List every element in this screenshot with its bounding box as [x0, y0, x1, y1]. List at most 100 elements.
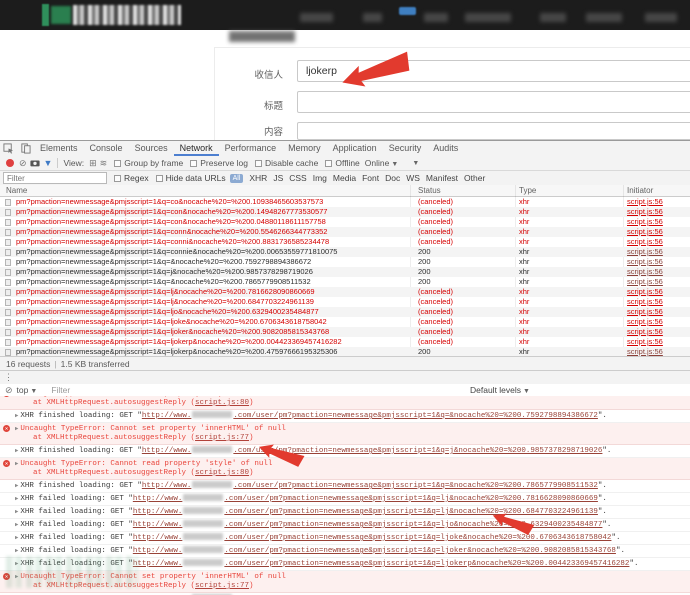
tab-memory[interactable]: Memory	[282, 141, 327, 156]
expand-triangle-icon[interactable]: ▶	[15, 396, 18, 397]
nav-item-blurred[interactable]	[540, 13, 566, 22]
console-xhr-message[interactable]: ▶XHR finished loading: GET "http://www..…	[0, 445, 690, 458]
console-xhr-message[interactable]: ▶XHR failed loading: GET "http://www..co…	[0, 493, 690, 506]
console-xhr-message[interactable]: ▶XHR finished loading: GET "http://www..…	[0, 410, 690, 423]
request-url-link[interactable]: http://www..com/user/pm?pmaction=newmess…	[133, 508, 598, 516]
hide-data-urls-checkbox[interactable]	[156, 175, 163, 182]
expand-triangle-icon[interactable]: ▶	[15, 508, 18, 515]
tab-audits[interactable]: Audits	[427, 141, 464, 156]
request-initiator-link[interactable]: script.js:56	[627, 277, 663, 287]
type-filter-manifest[interactable]: Manifest	[426, 173, 458, 183]
expand-triangle-icon[interactable]: ▶	[15, 460, 18, 467]
type-filter-js[interactable]: JS	[273, 173, 283, 183]
column-header-name[interactable]: Name	[6, 186, 27, 195]
request-initiator-link[interactable]: script.js:56	[627, 237, 663, 247]
request-initiator-link[interactable]: script.js:56	[627, 197, 663, 207]
group-by-frame-checkbox[interactable]	[114, 160, 121, 167]
request-url-link[interactable]: http://www..com/user/pm?pmaction=newmess…	[142, 447, 603, 455]
request-url-link[interactable]: http://www..com/user/pm?pmaction=newmess…	[142, 412, 598, 420]
table-row[interactable]: pm?pmaction=newmessage&pmjsscript=1&q=&n…	[0, 257, 690, 267]
request-url-link[interactable]: http://www..com/user/pm?pmaction=newmess…	[133, 534, 612, 542]
request-initiator-link[interactable]: script.js:56	[627, 337, 663, 347]
chevron-down-icon[interactable]: ▼	[412, 160, 419, 167]
script-location-link[interactable]: script.js:80	[195, 399, 249, 407]
nav-item-blurred[interactable]	[645, 13, 677, 22]
console-xhr-message[interactable]: ▶XHR failed loading: GET "http://www..co…	[0, 519, 690, 532]
script-location-link[interactable]: script.js:77	[195, 582, 249, 590]
view-grid-icon[interactable]: ⊞	[89, 159, 97, 168]
request-initiator-link[interactable]: script.js:56	[627, 267, 663, 277]
expand-triangle-icon[interactable]: ▶	[15, 412, 18, 419]
tab-security[interactable]: Security	[383, 141, 428, 156]
type-filter-font[interactable]: Font	[362, 173, 379, 183]
request-url-link[interactable]: http://www..com/user/pm?pmaction=newmess…	[133, 560, 630, 568]
request-initiator-link[interactable]: script.js:56	[627, 247, 663, 257]
console-error-message[interactable]: ✕▶Uncaught TypeError: Cannot read proper…	[0, 396, 690, 410]
table-row[interactable]: pm?pmaction=newmessage&pmjsscript=1&q=co…	[0, 227, 690, 237]
tab-performance[interactable]: Performance	[219, 141, 283, 156]
filter-funnel-icon[interactable]: ▼	[44, 159, 53, 168]
log-levels-select[interactable]: Default levels▼	[470, 385, 530, 395]
request-initiator-link[interactable]: script.js:56	[627, 307, 663, 317]
request-url-link[interactable]: http://www..com/user/pm?pmaction=newmess…	[133, 547, 616, 555]
clear-console-icon[interactable]: ⊘	[5, 386, 13, 395]
table-row[interactable]: pm?pmaction=newmessage&pmjsscript=1&q=lj…	[0, 287, 690, 297]
inspect-element-icon[interactable]	[2, 143, 15, 154]
type-filter-img[interactable]: Img	[313, 173, 327, 183]
screenshot-capture-icon[interactable]	[29, 158, 42, 169]
tab-console[interactable]: Console	[84, 141, 129, 156]
nav-item-blurred[interactable]	[300, 13, 333, 22]
expand-triangle-icon[interactable]: ▶	[15, 495, 18, 502]
kebab-menu-icon[interactable]: ⋮	[4, 372, 13, 383]
type-filter-media[interactable]: Media	[333, 173, 356, 183]
request-initiator-link[interactable]: script.js:56	[627, 287, 663, 297]
subject-input[interactable]	[297, 91, 690, 113]
table-row[interactable]: pm?pmaction=newmessage&pmjsscript=1&q=lj…	[0, 307, 690, 317]
expand-triangle-icon[interactable]: ▶	[15, 447, 18, 454]
table-row[interactable]: pm?pmaction=newmessage&pmjsscript=1&q=co…	[0, 217, 690, 227]
nav-item-blurred[interactable]	[465, 13, 511, 22]
column-header-type[interactable]: Type	[519, 186, 536, 195]
table-row[interactable]: pm?pmaction=newmessage&pmjsscript=1&q=&n…	[0, 277, 690, 287]
disable-cache-checkbox[interactable]	[255, 160, 262, 167]
console-error-message[interactable]: ✕▶Uncaught TypeError: Cannot set propert…	[0, 423, 690, 445]
execution-context-select[interactable]: top▼	[17, 385, 38, 395]
table-row[interactable]: pm?pmaction=newmessage&pmjsscript=1&q=lj…	[0, 337, 690, 347]
tab-elements[interactable]: Elements	[34, 141, 84, 156]
request-url-link[interactable]: http://www..com/user/pm?pmaction=newmess…	[142, 482, 598, 490]
view-waterfall-icon[interactable]: ≋	[100, 159, 108, 168]
console-xhr-message[interactable]: ▶XHR failed loading: GET "http://www..co…	[0, 506, 690, 519]
type-filter-other[interactable]: Other	[464, 173, 485, 183]
type-filter-doc[interactable]: Doc	[385, 173, 400, 183]
device-toolbar-icon[interactable]	[19, 143, 32, 154]
console-error-message[interactable]: ✕▶Uncaught TypeError: Cannot read proper…	[0, 458, 690, 480]
regex-checkbox[interactable]	[114, 175, 121, 182]
column-header-initiator[interactable]: Initiator	[627, 186, 653, 195]
request-initiator-link[interactable]: script.js:56	[627, 327, 663, 337]
column-header-status[interactable]: Status	[418, 186, 441, 195]
type-filter-css[interactable]: CSS	[289, 173, 306, 183]
table-row[interactable]: pm?pmaction=newmessage&pmjsscript=1&q=co…	[0, 207, 690, 217]
table-row[interactable]: pm?pmaction=newmessage&pmjsscript=1&q=co…	[0, 197, 690, 207]
record-network-log-icon[interactable]	[6, 159, 14, 167]
request-initiator-link[interactable]: script.js:56	[627, 207, 663, 217]
request-initiator-link[interactable]: script.js:56	[627, 257, 663, 267]
clear-network-icon[interactable]: ⊘	[19, 159, 27, 168]
table-row[interactable]: pm?pmaction=newmessage&pmjsscript=1&q=j&…	[0, 267, 690, 277]
expand-triangle-icon[interactable]: ▶	[15, 425, 18, 432]
online-select[interactable]: Online▼	[365, 158, 399, 168]
site-logo-blurred[interactable]	[73, 5, 181, 25]
request-initiator-link[interactable]: script.js:56	[627, 317, 663, 327]
request-initiator-link[interactable]: script.js:56	[627, 227, 663, 237]
offline-checkbox[interactable]	[325, 160, 332, 167]
table-row[interactable]: pm?pmaction=newmessage&pmjsscript=1&q=co…	[0, 237, 690, 247]
content-input[interactable]	[297, 122, 690, 140]
tab-network[interactable]: Network	[174, 141, 219, 156]
type-filter-ws[interactable]: WS	[406, 173, 420, 183]
table-row[interactable]: pm?pmaction=newmessage&pmjsscript=1&q=co…	[0, 247, 690, 257]
tab-application[interactable]: Application	[327, 141, 383, 156]
expand-triangle-icon[interactable]: ▶	[15, 482, 18, 489]
table-row[interactable]: pm?pmaction=newmessage&pmjsscript=1&q=lj…	[0, 297, 690, 307]
tab-sources[interactable]: Sources	[129, 141, 174, 156]
table-row[interactable]: pm?pmaction=newmessage&pmjsscript=1&q=lj…	[0, 327, 690, 337]
